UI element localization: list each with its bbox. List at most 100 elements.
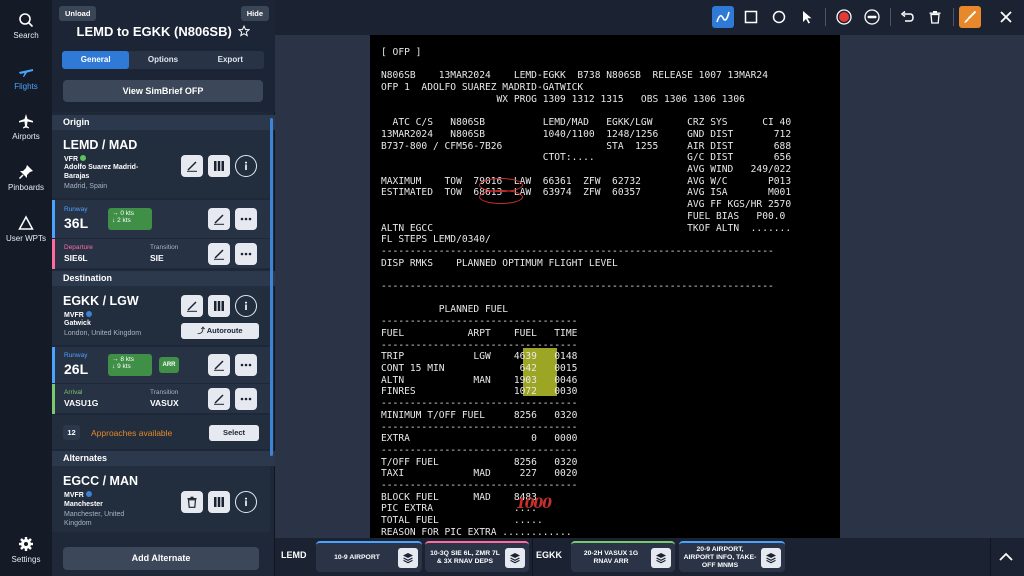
nav-search[interactable]: Search (0, 12, 52, 40)
expand-bar-button[interactable] (997, 548, 1015, 566)
chart-button-dest-airport[interactable]: 20-9 AIRPORT, AIRPORT INFO, TAKE-OFF MNM… (679, 541, 785, 572)
panel-scrollbar[interactable] (270, 118, 273, 456)
approaches-count: 12 (63, 425, 80, 440)
origin-tag[interactable]: LEMD (281, 550, 307, 560)
chart-button-origin-airport[interactable]: 10-9 AIRPORT (316, 541, 422, 572)
autoroute-button[interactable]: ⤴ Autoroute (181, 323, 259, 339)
ofp-line: ESTIMATED TOW 68613 LAW 63974 ZFW 60357 … (381, 187, 792, 199)
more-icon (240, 363, 252, 367)
arrival-label: Arrival (64, 389, 83, 396)
ofp-line: DISP RMKS PLANNED OPTIMUM FLIGHT LEVEL (381, 257, 618, 269)
color-button[interactable] (833, 6, 855, 28)
nav-user-wpts[interactable]: User WPTs (0, 215, 52, 243)
destination-crosswind-text: 9 kts (117, 363, 131, 370)
alternate-delete-button[interactable] (181, 491, 203, 513)
undo-button[interactable] (896, 6, 918, 28)
rectangle-tool-icon (744, 10, 758, 24)
more-icon (240, 397, 252, 401)
arrival-value: VASU1G (64, 398, 99, 408)
rectangle-tool-button[interactable] (740, 6, 762, 28)
nav-pinboards[interactable]: Pinboards (0, 164, 52, 192)
tab-options[interactable]: Options (129, 51, 196, 69)
origin-charts-button[interactable] (208, 155, 230, 177)
destination-runway-edit-button[interactable] (208, 354, 230, 376)
destination-edit-button[interactable] (181, 295, 203, 317)
ofp-line: ATC C/S N806SB LEMD/MAD EGKK/LGW CRZ SYS… (381, 117, 792, 129)
pointer-tool-button[interactable] (796, 6, 818, 28)
tow-est-annotation (479, 190, 523, 204)
add-alternate-button[interactable]: Add Alternate (63, 547, 259, 570)
destination-runway-row[interactable]: Runway 26L → 8 kts ↓ 9 kts ARR (52, 347, 270, 383)
nav-airports[interactable]: Airports (0, 113, 52, 141)
chart-button-departure[interactable]: 10-3Q SIE 6L, ZMR 7L & 3X RNAV DEPS (425, 541, 529, 572)
triangle-icon (18, 215, 34, 230)
destination-headwind: → 8 kts (112, 356, 135, 363)
ofp-line: TAXI MAD 227 0020 (381, 468, 578, 480)
nav-flights-label: Flights (14, 82, 38, 91)
delete-button[interactable] (924, 6, 946, 28)
pencil-icon (214, 360, 224, 371)
tab-export[interactable]: Export (197, 51, 264, 69)
layers-icon (398, 547, 418, 568)
chart-button-arrival[interactable]: 20-2H VASUX 1G RNAV ARR (571, 541, 675, 572)
departure-edit-button[interactable] (208, 243, 230, 265)
layers-icon (505, 547, 525, 568)
destination-runway-more-button[interactable] (235, 354, 257, 376)
ofp-line: 13MAR2024 N806SB 1040/1100 1248/1256 GND… (381, 128, 792, 140)
star-icon[interactable] (238, 24, 251, 37)
departure-transition-label: Transition (150, 244, 179, 251)
ofp-line: EXTRA 0 0000 (381, 433, 578, 445)
approaches-label: Approaches available (91, 428, 173, 438)
ofp-line: ---------------------------------- (381, 339, 578, 351)
select-approach-button[interactable]: Select (209, 425, 259, 441)
circle-tool-button[interactable] (768, 6, 790, 28)
destination-info-button[interactable] (235, 295, 257, 317)
nav-settings-label: Settings (11, 555, 41, 564)
line-tool-button[interactable] (712, 6, 734, 28)
origin-runway-edit-button[interactable] (208, 208, 230, 230)
chart-bar: LEMD 10-9 AIRPORT 10-3Q SIE 6L, ZMR 7L &… (275, 538, 1024, 576)
stroke-width-button[interactable] (861, 6, 883, 28)
destination-runway-label: Runway (64, 352, 88, 359)
origin-runway-row[interactable]: Runway 36L → 0 kts ↓ 2 kts (52, 200, 270, 238)
arrival-more-button[interactable] (235, 388, 257, 410)
hide-button[interactable]: Hide (240, 6, 269, 21)
autoroute-label: Autoroute (206, 326, 243, 335)
alternate-charts-button[interactable] (208, 491, 230, 513)
vfr-dot-icon (79, 155, 86, 161)
ofp-line: FL STEPS LEMD/0340/ (381, 234, 491, 246)
ofp-line: MINIMUM T/OFF FUEL 8256 0320 (381, 409, 578, 421)
destination-charts-button[interactable] (208, 295, 230, 317)
ofp-line: ALTN EGCC TKOF ALTN ....... (381, 222, 792, 234)
origin-edit-button[interactable] (181, 155, 203, 177)
more-icon (240, 252, 252, 256)
origin-departure-row[interactable]: Departure SIE6L Transition SIE (52, 238, 270, 269)
tab-general[interactable]: General (62, 51, 130, 69)
departure-more-button[interactable] (235, 243, 257, 265)
trash-icon (929, 11, 941, 24)
alternate-flight-rules-text: MVFR (64, 492, 84, 499)
minus-icon (864, 9, 880, 25)
view-simbrief-ofp-button[interactable]: View SimBrief OFP (63, 80, 263, 102)
origin-info-button[interactable] (235, 155, 257, 177)
close-annotation-button[interactable] (995, 6, 1017, 28)
origin-runway-more-button[interactable] (235, 208, 257, 230)
destination-header: Destination (52, 271, 275, 286)
dest-tag[interactable]: EGKK (536, 550, 562, 560)
arrival-edit-button[interactable] (208, 388, 230, 410)
toolbar-divider (953, 8, 954, 26)
unload-button[interactable]: Unload (59, 6, 97, 21)
nav-flights[interactable]: Flights (0, 63, 52, 91)
destination-arrival-row[interactable]: Arrival VASU1G Transition VASUX (52, 383, 270, 414)
ofp-line: ---------------------------------- (381, 480, 578, 492)
ofp-line: N806SB 13MAR2024 LEMD-EGKK B738 N806SB R… (381, 70, 768, 82)
flight-title: LEMD to EGKK (N806SB) (52, 24, 275, 39)
origin-name-line1: Adolfo Suarez Madrid- (64, 164, 139, 171)
brush-button[interactable] (959, 6, 981, 28)
origin-crosswind: ↓ 2 kts (112, 217, 131, 224)
brush-icon (964, 10, 977, 23)
alternate-info-button[interactable] (235, 491, 257, 513)
destination-wind-badge: → 8 kts ↓ 9 kts (108, 354, 152, 376)
departure-accent-bar (52, 239, 55, 269)
nav-settings[interactable]: Settings (0, 536, 52, 564)
